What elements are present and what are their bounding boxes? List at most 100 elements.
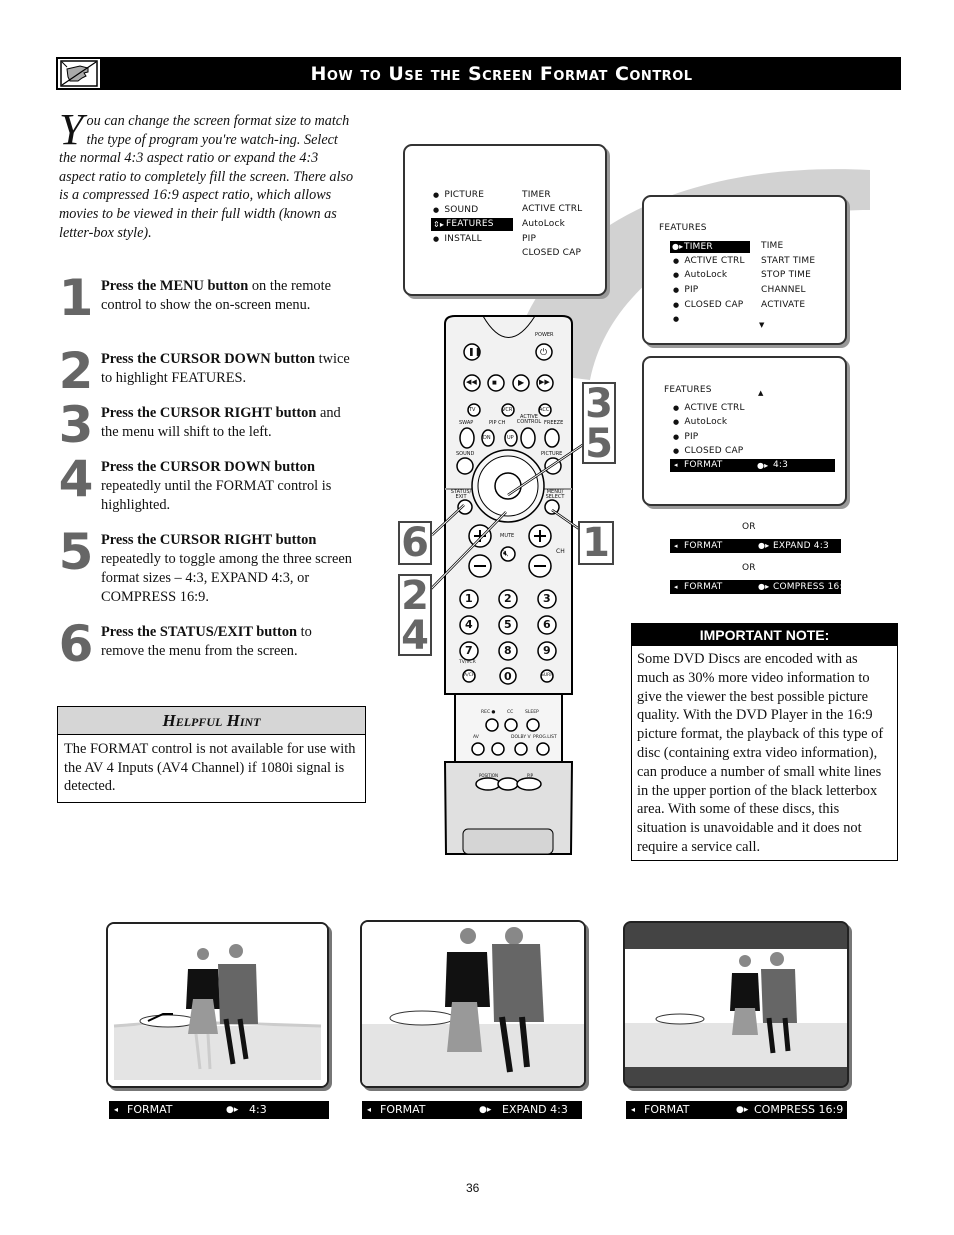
step-4: 4 Press the CURSOR DOWN button repeatedl… bbox=[58, 454, 358, 515]
menu-item: CLOSED CAP bbox=[673, 446, 743, 456]
step-6: 6 Press the STATUS/EXIT button to remove… bbox=[58, 619, 358, 669]
step-number: 5 bbox=[58, 523, 94, 581]
a-ch-button[interactable]: A/CH bbox=[464, 673, 475, 678]
format-bar-expand-4-3: ◂ FORMAT ●▸ EXPAND 4:3 bbox=[362, 1101, 582, 1119]
power-label: POWER bbox=[535, 332, 554, 338]
digit-0-button[interactable]: 0 bbox=[504, 670, 512, 683]
tv-screen-main-menu: PICTURE SOUND ⇕▸FEATURES INSTALL TIMER A… bbox=[403, 144, 607, 296]
surf-button[interactable]: SURF bbox=[541, 673, 553, 678]
format-bar-compress-16-9: ◂ FORMAT ●▸ COMPRESS 16:9 bbox=[626, 1101, 847, 1119]
step-detail: repeatedly to toggle among the three scr… bbox=[101, 551, 352, 605]
menu-item: INSTALL bbox=[433, 234, 482, 244]
submenu-item: TIMER bbox=[522, 190, 551, 200]
format-row-highlighted: ◂ FORMAT ●▸ 4:3 bbox=[670, 459, 835, 472]
helpful-hint-box: Helpful Hint The FORMAT control is not a… bbox=[57, 706, 366, 803]
submenu-item: STOP TIME bbox=[761, 270, 811, 280]
submenu-item: CLOSED CAP bbox=[522, 248, 582, 258]
step-1: 1 Press the MENU button on the remote co… bbox=[58, 273, 358, 323]
menu-item: ACTIVE CTRL bbox=[673, 403, 745, 413]
step-instruction: Press the CURSOR DOWN button bbox=[101, 351, 316, 367]
left-arrow-icon: ◂ bbox=[631, 1105, 636, 1114]
hint-body: The FORMAT control is not available for … bbox=[64, 741, 356, 794]
power-button[interactable]: ⏻ bbox=[540, 347, 547, 358]
cursor-icon: ●▸ bbox=[736, 1105, 749, 1115]
submenu-item: CHANNEL bbox=[761, 285, 806, 295]
page-number: 36 bbox=[466, 1181, 480, 1195]
scroll-down-icon: ▼ bbox=[759, 321, 765, 329]
submenu-item: PIP bbox=[522, 234, 537, 244]
step-instruction: Press the CURSOR RIGHT button bbox=[101, 405, 317, 421]
intro-paragraph: You can change the screen format size to… bbox=[59, 105, 354, 242]
submenu-item: AutoLock bbox=[522, 219, 566, 229]
step-instruction: Press the CURSOR DOWN button bbox=[101, 459, 316, 475]
step-5: 5 Press the CURSOR RIGHT button repeated… bbox=[58, 527, 358, 607]
left-arrow-icon: ◂ bbox=[674, 583, 678, 591]
menu-title: FEATURES bbox=[659, 223, 707, 233]
or-label: OR bbox=[742, 522, 756, 532]
submenu-item: START TIME bbox=[761, 256, 816, 266]
cursor-icon: ⇕▸ bbox=[433, 220, 445, 229]
callout-steps-3-5: 3 5 bbox=[582, 382, 616, 464]
step-instruction: Press the STATUS/EXIT button bbox=[101, 624, 298, 640]
tv-picture-compress-16-9 bbox=[623, 921, 849, 1088]
scroll-up-icon: ▲ bbox=[758, 389, 764, 397]
step-instruction: Press the MENU button bbox=[101, 278, 249, 294]
callout-step-6: 6 bbox=[398, 521, 432, 565]
rec-button-label: REC ● bbox=[481, 710, 496, 715]
menu-item: PIP bbox=[673, 285, 698, 295]
step-instruction: Press the CURSOR RIGHT button bbox=[101, 532, 317, 548]
drop-cap: Y bbox=[59, 105, 84, 154]
menu-item: PICTURE bbox=[433, 190, 484, 200]
menu-item: AutoLock bbox=[673, 270, 727, 280]
page-title: How to Use the Screen Format Control bbox=[102, 57, 901, 90]
cursor-icon: ●▸ bbox=[758, 541, 770, 550]
step-number: 3 bbox=[58, 396, 94, 454]
tv-screen-features-menu: FEATURES ●▸TIMER ACTIVE CTRL AutoLock PI… bbox=[642, 195, 847, 345]
pause-button[interactable]: ❚❚ bbox=[468, 347, 481, 356]
av-button-label: AV bbox=[473, 735, 479, 740]
menu-item: ACTIVE CTRL bbox=[673, 256, 745, 266]
submenu-item: ACTIVATE bbox=[761, 300, 806, 310]
sleep-button-label: SLEEP bbox=[525, 710, 539, 715]
menu-title: FEATURES bbox=[664, 385, 712, 395]
format-option-compress: ◂ FORMAT ●▸ COMPRESS 16:9 bbox=[670, 580, 848, 594]
hand-pointing-icon bbox=[56, 57, 102, 90]
tv-screen-format-menu: FEATURES ▲ ACTIVE CTRL AutoLock PIP CLOS… bbox=[642, 356, 847, 506]
step-number: 4 bbox=[58, 450, 94, 508]
note-body: Some DVD Discs are encoded with as much … bbox=[637, 651, 884, 855]
cc-button-label: CC bbox=[507, 710, 514, 715]
left-arrow-icon: ◂ bbox=[674, 461, 678, 469]
menu-item bbox=[673, 314, 684, 324]
cursor-icon: ●▸ bbox=[672, 242, 684, 251]
format-option-expand: ◂ FORMAT ●▸ EXPAND 4:3 bbox=[670, 539, 841, 553]
menu-item: SOUND bbox=[433, 205, 478, 215]
prog-list-button-label: PROG.LIST bbox=[533, 735, 557, 740]
callout-step-1: 1 bbox=[578, 521, 614, 565]
submenu-item: TIME bbox=[761, 241, 784, 251]
tv-picture-4-3 bbox=[106, 922, 329, 1088]
menu-item-highlighted: ⇕▸ FEATURES bbox=[431, 218, 513, 231]
pip-label: PIP bbox=[527, 773, 534, 778]
step-detail: repeatedly until the FORMAT control is h… bbox=[101, 478, 332, 513]
submenu-item: ACTIVE CTRL bbox=[522, 204, 583, 214]
step-3: 3 Press the CURSOR RIGHT button and the … bbox=[58, 400, 358, 450]
callout-steps-2-4: 2 4 bbox=[398, 574, 432, 656]
cursor-icon: ●▸ bbox=[479, 1105, 492, 1115]
left-arrow-icon: ◂ bbox=[114, 1105, 119, 1114]
step-2: 2 Press the CURSOR DOWN button twice to … bbox=[58, 346, 358, 396]
format-bar-4-3: ◂ FORMAT ●▸ 4:3 bbox=[109, 1101, 329, 1119]
position-label: POSITION bbox=[479, 773, 499, 778]
menu-item: CLOSED CAP bbox=[673, 300, 743, 310]
cursor-icon: ●▸ bbox=[758, 582, 770, 591]
left-arrow-icon: ◂ bbox=[367, 1105, 372, 1114]
or-label: OR bbox=[742, 563, 756, 573]
tv-picture-expand-4-3 bbox=[360, 920, 586, 1088]
intro-text: ou can change the screen format size to … bbox=[59, 113, 354, 241]
step-number: 2 bbox=[58, 342, 94, 400]
step-number: 6 bbox=[58, 615, 94, 673]
dolby-button-label: DOLBY V bbox=[511, 735, 531, 740]
left-arrow-icon: ◂ bbox=[674, 542, 678, 550]
important-note-box: IMPORTANT NOTE: Some DVD Discs are encod… bbox=[631, 623, 898, 861]
cursor-icon: ●▸ bbox=[757, 461, 769, 470]
hint-title: Helpful Hint bbox=[58, 707, 365, 735]
